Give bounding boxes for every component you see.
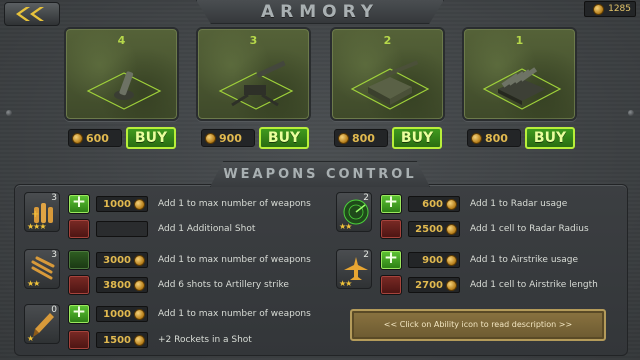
ability-artillery-icon[interactable]: 3 ★★ — [24, 249, 60, 289]
upgrade-cost-empty — [96, 221, 148, 237]
star-rating: ★★ — [27, 279, 40, 288]
self-propelled-gun-icon — [350, 60, 430, 110]
ability-level: 3 — [51, 193, 57, 203]
price-box: 800 — [467, 129, 521, 147]
price-box: 900 — [201, 129, 255, 147]
ability-rocket-icon[interactable]: 0 ★ — [24, 304, 60, 344]
page-title: ARMORY — [260, 2, 380, 22]
buy-button[interactable]: BUY — [126, 127, 176, 149]
upgrade-description: Add 1 to Radar usage — [470, 199, 568, 209]
upgrade-description: Add 1 to max number of weapons — [158, 309, 311, 319]
coin-icon — [446, 254, 457, 266]
weapon-level: 3 — [249, 34, 258, 47]
weapon-card-rocket-launcher[interactable]: 1 — [462, 27, 577, 121]
ability-shot-icon[interactable]: + 3 ★★★ — [24, 192, 60, 232]
upgrade-locked-button[interactable] — [68, 219, 90, 239]
star-rating: ★★★ — [27, 222, 46, 231]
coin-icon — [134, 308, 145, 320]
rocket-icon — [33, 313, 54, 337]
buy-button[interactable]: BUY — [259, 127, 309, 149]
ability-level: 0 — [51, 305, 57, 315]
upgrade-description: +2 Rockets in a Shot — [158, 335, 252, 345]
upgrade-locked-button[interactable] — [380, 219, 402, 239]
upgrade-cost: 3000 — [96, 252, 148, 268]
upgrade-locked-button[interactable] — [68, 330, 90, 350]
weapon-price-row: 600 BUY — [68, 127, 176, 149]
coin-icon — [205, 132, 216, 144]
weapon-level: 1 — [515, 34, 524, 47]
weapon-price-row: 800 BUY — [334, 127, 442, 149]
upgrade-cost: 2500 — [408, 221, 460, 237]
buy-button[interactable]: BUY — [392, 127, 442, 149]
svg-text:+: + — [31, 209, 39, 220]
upgrade-plus-button[interactable] — [380, 192, 402, 214]
upgrade-disabled-button[interactable] — [68, 250, 90, 270]
star-rating: ★★ — [339, 222, 352, 231]
ability-level: 2 — [363, 250, 369, 260]
upgrade-cost: 3800 — [96, 277, 148, 293]
rocket-launcher-icon — [482, 67, 562, 110]
ability-radar-icon[interactable]: 2 ★★ — [336, 192, 372, 232]
weapon-level: 4 — [117, 34, 126, 47]
price-value: 800 — [352, 131, 375, 145]
coin-icon — [338, 132, 349, 144]
upgrade-cost: 2700 — [408, 277, 460, 293]
coin-icon — [446, 223, 457, 235]
upgrade-description: Add 1 to max number of weapons — [158, 255, 311, 265]
ability-level: 2 — [363, 193, 369, 203]
ability-hint-banner: << Click on Ability icon to read descrip… — [350, 309, 606, 341]
mortar-icon — [86, 71, 162, 110]
star-rating: ★ — [27, 334, 34, 343]
ability-airstrike-icon[interactable]: 2 ★★ — [336, 249, 372, 289]
double-chevron-left-icon — [16, 7, 44, 21]
howitzer-icon — [218, 60, 294, 110]
upgrade-description: Add 6 shots to Artillery strike — [158, 280, 289, 290]
upgrade-locked-button[interactable] — [68, 275, 90, 295]
section-title: WEAPONS CONTROL — [210, 161, 430, 187]
price-box: 600 — [68, 129, 122, 147]
weapon-card-mortar[interactable]: 4 — [64, 27, 179, 121]
upgrade-plus-button[interactable] — [68, 302, 90, 324]
upgrade-description: Add 1 cell to Airstrike length — [470, 280, 598, 290]
upgrade-locked-button[interactable] — [380, 275, 402, 295]
upgrade-plus-button[interactable] — [380, 248, 402, 270]
coin-icon — [471, 132, 482, 144]
coin-icon — [134, 334, 145, 346]
coin-icon — [134, 279, 145, 291]
price-value: 600 — [86, 131, 109, 145]
price-value: 900 — [219, 131, 242, 145]
buy-button[interactable]: BUY — [525, 127, 575, 149]
coin-balance: 1285 — [584, 1, 636, 17]
star-rating: ★★ — [339, 279, 352, 288]
ability-level: 3 — [51, 250, 57, 260]
coin-icon — [72, 132, 83, 144]
coin-icon — [134, 198, 145, 210]
weapon-card-howitzer[interactable]: 3 — [196, 27, 311, 121]
upgrade-cost: 1000 — [96, 306, 148, 322]
upgrade-plus-button[interactable] — [68, 192, 90, 214]
upgrade-description: Add 1 to Airstrike usage — [470, 255, 578, 265]
weapon-price-row: 800 BUY — [467, 127, 575, 149]
upgrade-cost: 600 — [408, 196, 460, 212]
upgrade-cost: 1000 — [96, 196, 148, 212]
coin-icon — [446, 279, 457, 291]
coin-balance-value: 1285 — [608, 4, 631, 14]
coin-icon — [134, 254, 145, 266]
upgrade-description: Add 1 to max number of weapons — [158, 199, 311, 209]
upgrade-cost: 900 — [408, 252, 460, 268]
weapon-price-row: 900 BUY — [201, 127, 309, 149]
upgrade-cost: 1500 — [96, 332, 148, 348]
coin-icon — [446, 198, 457, 210]
rivet-decoration — [6, 110, 12, 116]
price-box: 800 — [334, 129, 388, 147]
rivet-decoration — [628, 110, 634, 116]
back-button[interactable] — [4, 2, 60, 26]
weapon-level: 2 — [383, 34, 392, 47]
coin-icon — [593, 3, 605, 15]
upgrade-description: Add 1 Additional Shot — [158, 224, 256, 234]
price-value: 800 — [485, 131, 508, 145]
upgrade-description: Add 1 cell to Radar Radius — [470, 224, 589, 234]
weapon-card-self-propelled-gun[interactable]: 2 — [330, 27, 445, 121]
